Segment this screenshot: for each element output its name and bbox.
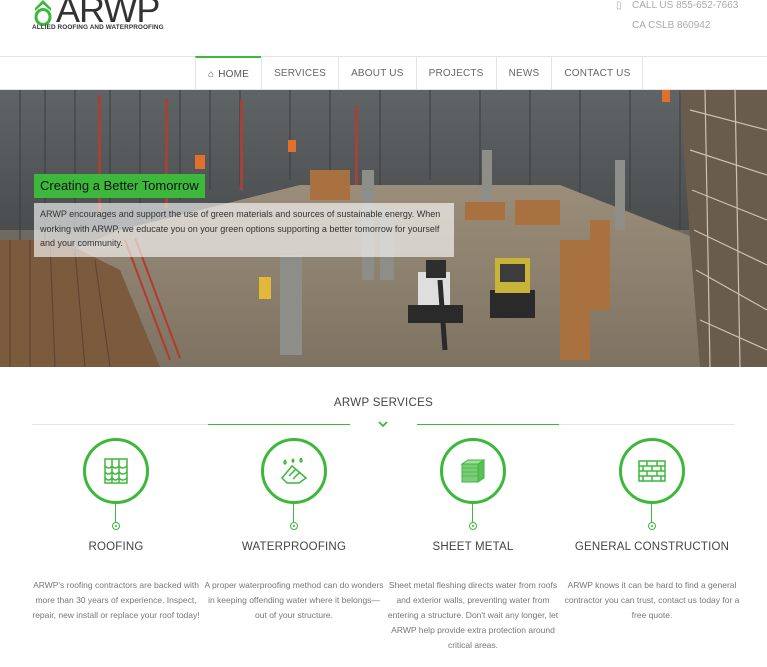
connector-dot (648, 522, 656, 530)
connector-dot (469, 522, 477, 530)
nav-item-services[interactable]: SERVICES (261, 56, 338, 90)
roof-tiles-icon (104, 458, 128, 484)
sheet-metal-icon (460, 459, 486, 483)
contact-info: ▯ CALL US 855-652-7663 CA CSLB 860942 (616, 0, 738, 36)
main-nav: ⌂ HOME SERVICES ABOUT US PROJECTS NEWS C… (0, 56, 767, 90)
nav-item-news[interactable]: NEWS (495, 56, 552, 90)
service-name: GENERAL CONSTRUCTION (574, 541, 730, 553)
contact-phone[interactable]: CALL US 855-652-7663 (632, 0, 738, 16)
nav-item-label: PROJECTS (428, 67, 484, 79)
logo[interactable]: ARWP ALLIED ROOFING AND WATERPROOFING (32, 0, 164, 38)
service-icon-circle (440, 438, 506, 504)
connector-line (115, 504, 116, 522)
hero-banner: Creating a Better Tomorrow ARWP encourag… (0, 90, 767, 367)
nav-item-label: HOME (218, 68, 250, 80)
divider-accent-line (208, 424, 350, 425)
service-name: WATERPROOFING (241, 541, 347, 553)
divider-accent-line (417, 424, 559, 425)
phone-icon: ▯ (616, 0, 622, 11)
chevron-down-icon (378, 421, 388, 428)
service-description: ARWP's roofing contractors are backed wi… (32, 580, 200, 620)
contact-license: CA CSLB 860942 (632, 20, 711, 31)
logo-tagline: ALLIED ROOFING AND WATERPROOFING (32, 24, 164, 31)
divider-line (559, 424, 735, 425)
connector-line (293, 504, 294, 522)
connector-line (472, 504, 473, 522)
nav-item-label: ABOUT US (351, 67, 404, 79)
nav-item-home[interactable]: ⌂ HOME (195, 56, 262, 90)
service-description: Sheet metal fleshing directs water from … (387, 580, 559, 650)
logo-leaf-icon (34, 0, 52, 26)
service-icon-circle (619, 438, 685, 504)
services-heading: ARWP SERVICES (333, 397, 434, 409)
hero-text: ARWP encourages and support the use of g… (34, 203, 454, 257)
site-header: ARWP ALLIED ROOFING AND WATERPROOFING ▯ … (0, 0, 767, 56)
home-icon: ⌂ (208, 68, 215, 80)
hero-title: Creating a Better Tomorrow (34, 174, 205, 198)
service-icon-circle (83, 438, 149, 504)
nav-item-about-us[interactable]: ABOUT US (338, 56, 416, 90)
service-name: SHEET METAL (432, 541, 514, 553)
connector-line (651, 504, 652, 522)
service-icon-circle (261, 438, 327, 504)
divider-line (32, 424, 208, 425)
service-name: ROOFING (88, 541, 144, 553)
nav-item-label: NEWS (508, 67, 540, 79)
waterproof-roof-icon (280, 457, 308, 484)
service-description: A proper waterproofing method can do won… (204, 580, 384, 620)
nav-item-contact-us[interactable]: CONTACT US (551, 56, 644, 90)
connector-dot (290, 522, 298, 530)
connector-dot (112, 522, 120, 530)
service-description: ARWP knows it can be hard to find a gene… (564, 580, 740, 620)
nav-item-label: SERVICES (274, 67, 327, 79)
brick-wall-icon (638, 460, 666, 482)
nav-item-label: CONTACT US (564, 67, 631, 79)
nav-item-projects[interactable]: PROJECTS (415, 56, 496, 90)
